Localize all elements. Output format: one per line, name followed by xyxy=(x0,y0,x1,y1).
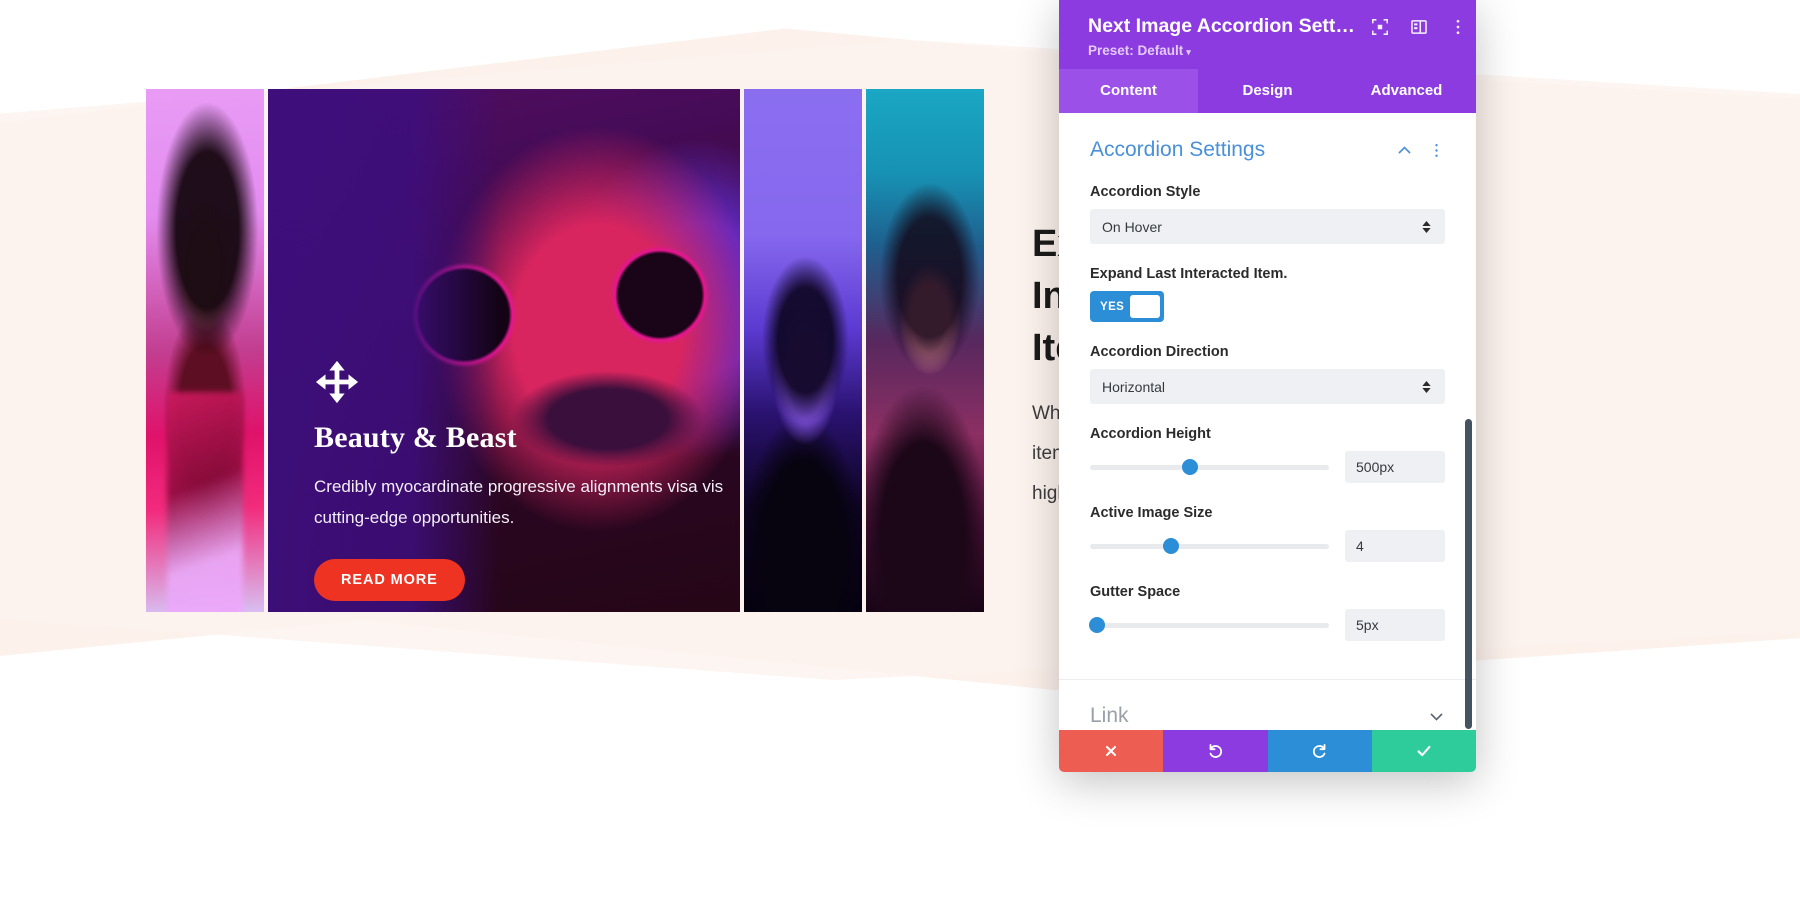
image-accordion-module[interactable]: Beauty & Beast Credibly myocardinate pro… xyxy=(146,89,984,612)
field-accordion-direction: Accordion Direction Horizontal xyxy=(1059,344,1476,404)
modal-footer xyxy=(1059,730,1476,772)
section-more-icon[interactable] xyxy=(1426,140,1446,160)
tab-advanced[interactable]: Advanced xyxy=(1337,69,1476,113)
modal-title: Next Image Accordion Setti... xyxy=(1088,15,1356,37)
link-section-title: Link xyxy=(1090,704,1129,727)
chevron-down-icon[interactable] xyxy=(1426,706,1446,726)
modal-body: Accordion Settings Accordion Style On Ho… xyxy=(1059,113,1476,730)
accordion-panel-1[interactable] xyxy=(146,89,264,612)
gutter-space-slider-knob[interactable] xyxy=(1089,617,1106,633)
accordion-direction-label: Accordion Direction xyxy=(1090,344,1229,360)
check-icon xyxy=(1417,745,1431,757)
accordion-style-select[interactable]: On Hover xyxy=(1090,209,1445,244)
tab-content[interactable]: Content xyxy=(1059,69,1198,113)
accordion-panel-4[interactable] xyxy=(866,89,984,612)
accordion-settings-section-header[interactable]: Accordion Settings xyxy=(1059,113,1476,162)
redo-icon xyxy=(1313,743,1326,758)
accordion-panel-3[interactable] xyxy=(744,89,862,612)
gutter-space-label: Gutter Space xyxy=(1090,584,1181,600)
more-options-icon[interactable] xyxy=(1448,17,1467,36)
toggle-value-label: YES xyxy=(1100,300,1125,313)
field-gutter-space: Gutter Space xyxy=(1059,584,1476,641)
accordion-direction-select[interactable]: Horizontal xyxy=(1090,369,1445,404)
settings-scroll-area[interactable]: Accordion Settings Accordion Style On Ho… xyxy=(1059,113,1476,730)
accordion-height-input[interactable] xyxy=(1345,451,1445,483)
cancel-button[interactable] xyxy=(1059,730,1164,772)
layout-view-icon[interactable] xyxy=(1409,17,1428,36)
modal-header: Next Image Accordion Setti... Preset: De… xyxy=(1059,0,1476,69)
settings-scrollbar[interactable] xyxy=(1465,419,1472,729)
field-expand-last-interacted: Expand Last Interacted Item. YES xyxy=(1059,266,1476,322)
redo-button[interactable] xyxy=(1267,730,1372,772)
modal-tabs: Content Design Advanced xyxy=(1059,69,1476,113)
accordion-item-title: Beauty & Beast xyxy=(314,421,517,454)
gutter-space-input[interactable] xyxy=(1345,609,1445,641)
accordion-image-1 xyxy=(146,89,264,612)
active-image-size-slider[interactable] xyxy=(1090,538,1329,554)
accordion-height-label: Accordion Height xyxy=(1090,426,1211,442)
field-active-image-size: Active Image Size xyxy=(1059,505,1476,562)
fullscreen-icon[interactable] xyxy=(1370,17,1389,36)
accordion-height-slider-knob[interactable] xyxy=(1182,459,1199,475)
expand-last-label: Expand Last Interacted Item. xyxy=(1090,266,1288,282)
modal-header-icon-group xyxy=(1370,17,1467,36)
active-image-size-slider-knob[interactable] xyxy=(1163,538,1180,554)
accordion-style-label: Accordion Style xyxy=(1090,184,1201,200)
move-arrows-icon[interactable] xyxy=(314,359,360,405)
chevron-up-icon[interactable] xyxy=(1394,140,1414,160)
link-section-header[interactable]: Link xyxy=(1059,680,1476,730)
active-image-size-label: Active Image Size xyxy=(1090,505,1213,521)
undo-button[interactable] xyxy=(1163,730,1268,772)
accordion-content-overlay: Beauty & Beast Credibly myocardinate pro… xyxy=(268,89,740,612)
accordion-image-3 xyxy=(744,89,862,612)
preset-selector[interactable]: Preset: Default ▾ xyxy=(1088,43,1458,58)
field-accordion-style: Accordion Style On Hover xyxy=(1059,184,1476,244)
module-settings-modal: Next Image Accordion Setti... Preset: De… xyxy=(1059,0,1476,772)
close-icon xyxy=(1106,745,1117,757)
accordion-item-description: Credibly myocardinate progressive alignm… xyxy=(314,477,724,527)
active-image-size-input[interactable] xyxy=(1345,530,1445,562)
app-root: Expand Last Interacted Item When an imag… xyxy=(0,0,1800,907)
section-title: Accordion Settings xyxy=(1090,138,1266,161)
undo-icon xyxy=(1209,743,1222,758)
field-accordion-height: Accordion Height xyxy=(1059,426,1476,483)
read-more-button[interactable]: READ MORE xyxy=(314,559,465,601)
accordion-panel-2-active[interactable]: Beauty & Beast Credibly myocardinate pro… xyxy=(268,89,740,612)
preset-caret-icon: ▾ xyxy=(1186,47,1191,57)
accordion-image-4 xyxy=(866,89,984,612)
expand-last-toggle[interactable]: YES xyxy=(1090,291,1164,322)
preset-label: Preset: Default xyxy=(1088,43,1184,58)
tab-design[interactable]: Design xyxy=(1198,69,1337,113)
accordion-height-slider[interactable] xyxy=(1090,459,1329,475)
save-button[interactable] xyxy=(1371,730,1476,772)
toggle-knob xyxy=(1130,295,1160,318)
gutter-space-slider[interactable] xyxy=(1089,617,1329,633)
